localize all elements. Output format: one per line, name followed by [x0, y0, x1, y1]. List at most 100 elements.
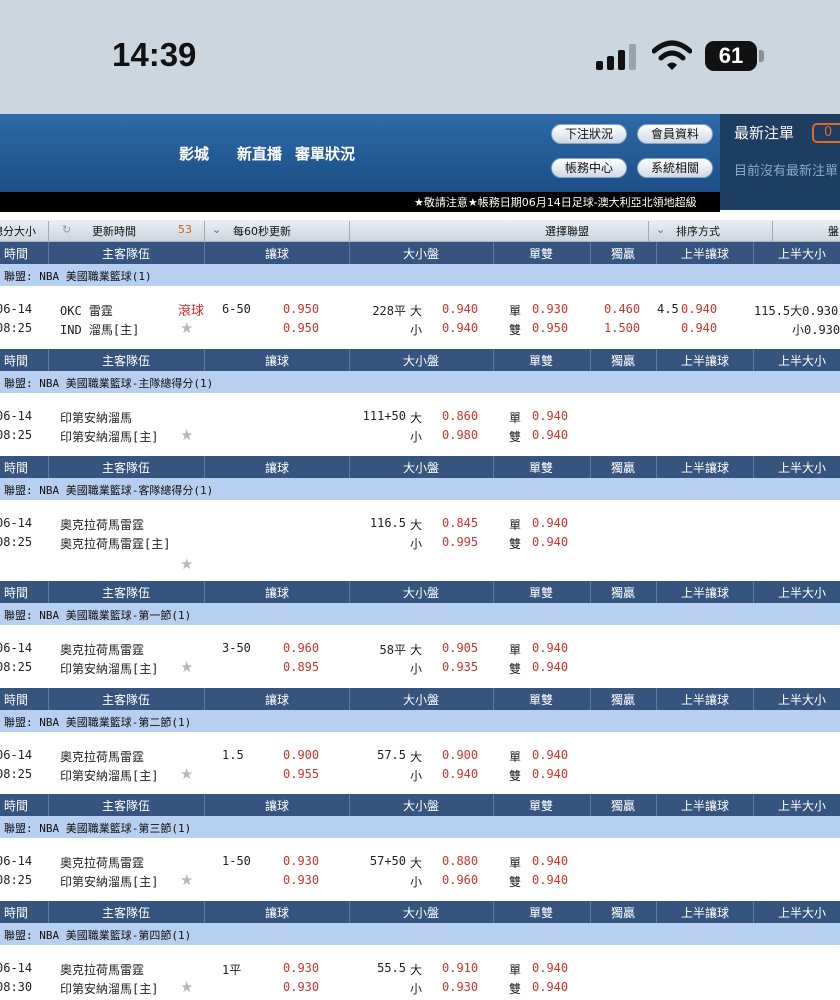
- handicap-home-odds[interactable]: 0.930: [283, 854, 319, 868]
- even-odds[interactable]: 0.940: [532, 660, 568, 674]
- league-row[interactable]: 聯盟: NBA 美國職業籃球(1): [0, 264, 840, 286]
- over-label: 大: [410, 750, 423, 764]
- nav-live-stream[interactable]: 新直播: [237, 143, 282, 164]
- under-label: 小: [410, 430, 423, 444]
- moneyline-home-odds[interactable]: 0.460: [604, 302, 640, 316]
- under-odds[interactable]: 0.960: [442, 873, 478, 887]
- match-time: 08:25: [0, 873, 33, 887]
- first-half-handicap-away-odds[interactable]: 0.940: [681, 321, 717, 335]
- column-divider: [48, 581, 49, 603]
- over-odds[interactable]: 0.845: [442, 516, 478, 530]
- favorite-star-icon[interactable]: ★: [180, 765, 193, 783]
- column-divider: [204, 349, 205, 371]
- home-team: 奧克拉荷馬雷霆: [60, 750, 145, 764]
- system-button[interactable]: 系統相關: [637, 158, 713, 178]
- announcement-text: ★敬請注意★帳務日期06月14日足球-澳大利亞北領地超級: [414, 196, 697, 209]
- column-divider: [753, 349, 754, 371]
- select-league-button[interactable]: 選擇聯盟: [545, 223, 589, 239]
- even-odds[interactable]: 0.940: [532, 767, 568, 781]
- column-divider: [590, 901, 591, 923]
- refresh-button[interactable]: 更新時間: [92, 223, 136, 239]
- over-odds[interactable]: 0.880: [442, 854, 478, 868]
- toolbar-odds-type[interactable]: 盤: [828, 223, 839, 239]
- favorite-star-icon[interactable]: ★: [180, 319, 193, 337]
- total-size-filter[interactable]: 總分大小: [0, 223, 36, 239]
- under-odds[interactable]: 0.995: [442, 535, 478, 549]
- under-odds[interactable]: 0.940: [442, 321, 478, 335]
- league-name: 聯盟: NBA 美國職業籃球-客隊總得分(1): [4, 484, 214, 497]
- league-row[interactable]: 聯盟: NBA 美國職業籃球-客隊總得分(1): [0, 478, 840, 500]
- handicap-away-odds[interactable]: 0.955: [283, 767, 319, 781]
- column-divider: [753, 688, 754, 710]
- even-odds[interactable]: 0.940: [532, 428, 568, 442]
- handicap-away-odds[interactable]: 0.930: [283, 980, 319, 994]
- refresh-icon[interactable]: ↻: [62, 223, 71, 236]
- league-row[interactable]: 聯盟: NBA 美國職業籃球-第二節(1): [0, 710, 840, 732]
- handicap-away-odds[interactable]: 0.895: [283, 660, 319, 674]
- first-half-total-under[interactable]: 小0.930: [792, 321, 840, 338]
- league-row[interactable]: 聯盟: NBA 美國職業籃球-第三節(1): [0, 816, 840, 838]
- chevron-down-icon[interactable]: ⌄: [656, 223, 665, 236]
- even-odds[interactable]: 0.940: [532, 873, 568, 887]
- account-center-button[interactable]: 帳務中心: [551, 158, 627, 178]
- even-odds[interactable]: 0.940: [532, 980, 568, 994]
- member-info-button[interactable]: 會員資料: [637, 124, 713, 144]
- handicap-home-odds[interactable]: 0.900: [283, 748, 319, 762]
- latest-bets-count[interactable]: 0: [812, 123, 840, 143]
- under-label: 小: [410, 875, 423, 889]
- nav-review-status[interactable]: 審單狀況: [295, 143, 355, 164]
- under-odds[interactable]: 0.980: [442, 428, 478, 442]
- sort-select[interactable]: 排序方式: [676, 223, 720, 239]
- even-odds[interactable]: 0.950: [532, 321, 568, 335]
- column-divider: [656, 242, 657, 264]
- odd-odds[interactable]: 0.940: [532, 641, 568, 655]
- favorite-star-icon[interactable]: ★: [180, 426, 193, 444]
- over-odds[interactable]: 0.900: [442, 748, 478, 762]
- first-half-handicap-home-odds[interactable]: 0.940: [681, 302, 717, 316]
- odd-odds[interactable]: 0.940: [532, 409, 568, 423]
- handicap-home-odds[interactable]: 0.930: [283, 961, 319, 975]
- under-label: 小: [410, 662, 423, 676]
- toolbar-divider: [772, 221, 773, 241]
- handicap-away-odds[interactable]: 0.950: [283, 321, 319, 335]
- odd-label: 單: [509, 411, 522, 425]
- match-date: 06-14: [0, 409, 33, 423]
- nav-cinema[interactable]: 影城: [179, 143, 209, 164]
- first-half-total-over[interactable]: 115.5大0.930: [754, 302, 838, 319]
- favorite-star-icon[interactable]: ★: [180, 978, 193, 996]
- over-odds[interactable]: 0.905: [442, 641, 478, 655]
- favorite-star-icon[interactable]: ★: [180, 555, 193, 573]
- odd-odds[interactable]: 0.940: [532, 748, 568, 762]
- league-row[interactable]: 聯盟: NBA 美國職業籃球-主隊總得分(1): [0, 371, 840, 393]
- under-odds[interactable]: 0.930: [442, 980, 478, 994]
- odd-odds[interactable]: 0.940: [532, 516, 568, 530]
- column-divider: [204, 456, 205, 478]
- chevron-down-icon[interactable]: ⌄: [212, 223, 221, 236]
- handicap-home-odds[interactable]: 0.960: [283, 641, 319, 655]
- over-odds[interactable]: 0.910: [442, 961, 478, 975]
- under-odds[interactable]: 0.940: [442, 767, 478, 781]
- even-odds[interactable]: 0.940: [532, 535, 568, 549]
- league-row[interactable]: 聯盟: NBA 美國職業籃球-第一節(1): [0, 603, 840, 625]
- odd-odds[interactable]: 0.940: [532, 961, 568, 975]
- bet-status-button[interactable]: 下注狀況: [551, 124, 627, 144]
- home-team: 奧克拉荷馬雷霆: [60, 643, 145, 657]
- live-indicator[interactable]: 滾球: [178, 300, 204, 319]
- moneyline-away-odds[interactable]: 1.500: [604, 321, 640, 335]
- column-header: 上半大小: [777, 906, 826, 920]
- league-row[interactable]: 聯盟: NBA 美國職業籃球-第四節(1): [0, 923, 840, 945]
- first-half-handicap-line: 4.5: [657, 302, 679, 316]
- under-odds[interactable]: 0.935: [442, 660, 478, 674]
- favorite-star-icon[interactable]: ★: [180, 658, 193, 676]
- handicap-home-odds[interactable]: 0.950: [283, 302, 319, 316]
- auto-refresh-select[interactable]: 每60秒更新: [233, 223, 291, 239]
- column-header: 主客隊伍: [101, 906, 150, 920]
- odd-odds[interactable]: 0.930: [532, 302, 568, 316]
- odd-odds[interactable]: 0.940: [532, 854, 568, 868]
- favorite-star-icon[interactable]: ★: [180, 871, 193, 889]
- over-odds[interactable]: 0.860: [442, 409, 478, 423]
- column-header-row: 時間 主客隊伍 讓球 大小盤 單雙 獨贏 上半讓球 上半大小: [0, 456, 840, 478]
- home-team: 奧克拉荷馬雷霆: [60, 963, 145, 977]
- handicap-away-odds[interactable]: 0.930: [283, 873, 319, 887]
- over-odds[interactable]: 0.940: [442, 302, 478, 316]
